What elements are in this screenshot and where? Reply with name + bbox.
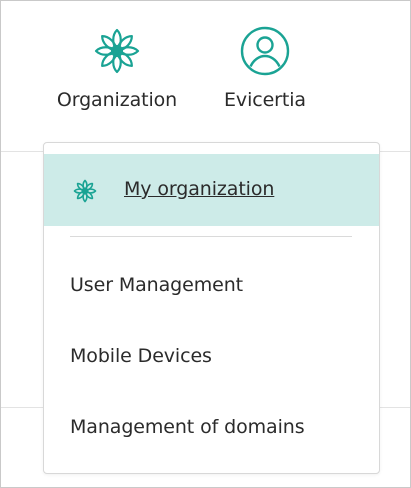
nav-organization-label: Organization xyxy=(56,89,178,111)
menu-item-my-organization[interactable]: My organization xyxy=(44,154,379,226)
app-frame: Organization Evicertia My organization U… xyxy=(0,0,411,488)
menu-item-user-management[interactable]: User Management xyxy=(70,274,243,296)
nav-evicertia-label: Evicertia xyxy=(224,89,306,111)
menu-item-my-organization-label: My organization xyxy=(124,178,275,200)
menu-item-management-of-domains[interactable]: Management of domains xyxy=(70,416,305,438)
menu-divider xyxy=(70,236,352,237)
menu-item-mobile-devices[interactable]: Mobile Devices xyxy=(70,345,212,367)
nav-evicertia[interactable]: Evicertia xyxy=(193,25,337,111)
lotus-icon xyxy=(94,28,140,74)
nav-organization[interactable]: Organization xyxy=(37,25,197,111)
lotus-icon xyxy=(73,179,97,203)
user-circle-icon xyxy=(240,26,290,76)
organization-dropdown-menu: My organization User Management Mobile D… xyxy=(43,142,380,474)
